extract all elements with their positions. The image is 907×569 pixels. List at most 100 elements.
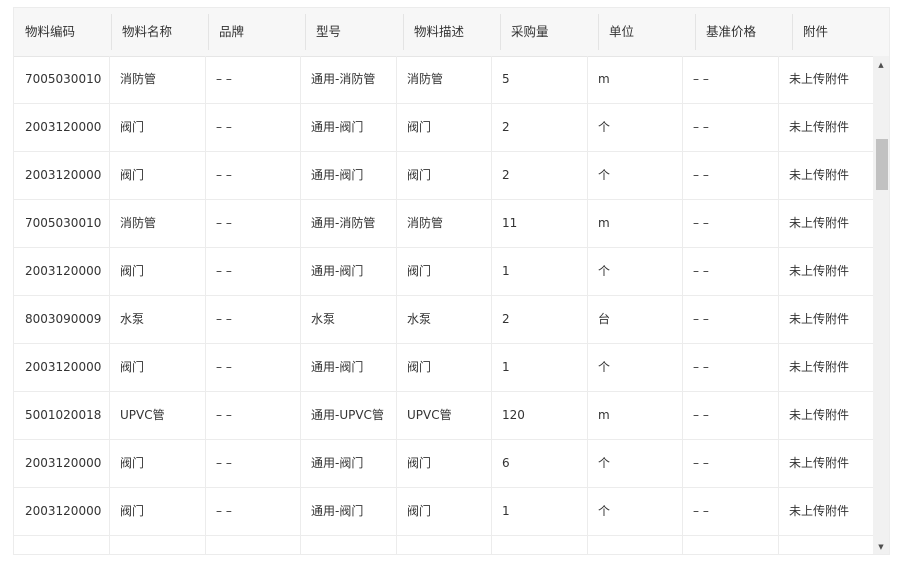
column-header-purchase-quantity[interactable]: 采购量	[500, 8, 598, 56]
table-row[interactable]: 5001020018 UPVC管 – – 通用-UPVC管 UPVC管 120 m – – 未上…	[14, 392, 873, 440]
table-header: 物料编码 物料名称 品牌 型号 物料描述 采购量 单位 基准价格 附件	[14, 8, 889, 57]
cell-base-price: – –	[693, 408, 709, 422]
cell-purchase-quantity: 2	[502, 312, 510, 326]
table-row[interactable]: 7005030010 消防管 – – 通用-消防管 消防管 5 m – – 未上传附件	[14, 56, 873, 104]
cell-unit: 台	[598, 312, 611, 326]
cell-material-code: 2003120000	[25, 456, 102, 470]
cell-brand: – –	[216, 264, 232, 278]
column-divider	[491, 56, 492, 554]
cell-purchase-quantity: 11	[502, 216, 518, 230]
column-header-brand[interactable]: 品牌	[208, 8, 305, 56]
column-header-material-description[interactable]: 物料描述	[403, 8, 500, 56]
cell-model: 通用-阀门	[311, 120, 364, 134]
column-header-base-price[interactable]: 基准价格	[695, 8, 792, 56]
cell-material-name: 阀门	[120, 456, 145, 470]
cell-material-code: 2003120000	[25, 360, 102, 374]
cell-purchase-quantity: 5	[502, 72, 510, 86]
cell-brand: – –	[216, 120, 232, 134]
table-row[interactable]: 8003090009 水泵 – – 水泵 水泵 2 台 – – 未上传附件	[14, 296, 873, 344]
cell-material-description: 消防管	[407, 72, 444, 86]
cell-purchase-quantity: 2	[502, 120, 510, 134]
cell-attachment[interactable]: 未上传附件	[778, 488, 873, 536]
header-divider	[208, 14, 209, 50]
table-body[interactable]: 7005030010 消防管 – – 通用-消防管 消防管 5 m – – 未上传附件 20031…	[14, 56, 873, 554]
cell-model: 通用-UPVC管	[311, 408, 384, 422]
cell-attachment[interactable]: 未上传附件	[778, 296, 873, 344]
cell-purchase-quantity: 2	[502, 168, 510, 182]
cell-brand: – –	[216, 360, 232, 374]
cell-base-price: – –	[693, 312, 709, 326]
cell-attachment[interactable]: 未上传附件	[778, 248, 873, 296]
column-divider	[778, 56, 779, 554]
column-divider	[682, 56, 683, 554]
column-divider	[109, 56, 110, 554]
cell-material-name: 阀门	[120, 120, 145, 134]
header-divider	[598, 14, 599, 50]
cell-material-name: UPVC管	[120, 408, 165, 422]
cell-unit: 个	[598, 456, 611, 470]
cell-material-description: 阀门	[407, 360, 432, 374]
cell-attachment[interactable]: 未上传附件	[778, 200, 873, 248]
table-row[interactable]: 2003120000 阀门 – – 通用-阀门 阀门 2 个 – – 未上传附件	[14, 152, 873, 200]
scroll-up-arrow-icon[interactable]: ▲	[873, 58, 889, 72]
cell-unit: m	[598, 408, 610, 422]
column-header-attachment[interactable]: 附件	[792, 8, 889, 56]
cell-material-name: 水泵	[120, 312, 145, 326]
table-row[interactable]: 2003120000 阀门 – – 通用-阀门 阀门 1 个 – – 未上传附件	[14, 344, 873, 392]
scroll-down-arrow-icon[interactable]: ▼	[873, 540, 889, 554]
table-row[interactable]: 2003120000 阀门 – – 通用-阀门 阀门 1 个 – – 未上传附件	[14, 488, 873, 536]
cell-purchase-quantity: 1	[502, 504, 510, 518]
header-divider	[695, 14, 696, 50]
cell-material-name: 消防管	[120, 72, 157, 86]
column-divider	[396, 56, 397, 554]
header-divider	[500, 14, 501, 50]
column-divider	[587, 56, 588, 554]
cell-model: 通用-阀门	[311, 168, 364, 182]
cell-attachment[interactable]: 未上传附件	[778, 152, 873, 200]
table-row[interactable]: 2003120000 阀门 – – 通用-阀门 阀门 1 个 – – 未上传附件	[14, 248, 873, 296]
cell-brand: – –	[216, 312, 232, 326]
table-row[interactable]: 2003120000 阀门 – – 通用-阀门 阀门 2 个 – – 未上传附件	[14, 104, 873, 152]
cell-material-name: 阀门	[120, 504, 145, 518]
cell-material-description: 阀门	[407, 504, 432, 518]
cell-material-code: 2003120000	[25, 504, 102, 518]
scrollbar-thumb[interactable]	[876, 138, 888, 190]
cell-unit: m	[598, 72, 610, 86]
table-row[interactable]	[14, 536, 873, 554]
cell-base-price: – –	[693, 264, 709, 278]
cell-base-price: – –	[693, 72, 709, 86]
cell-model: 水泵	[311, 312, 336, 326]
cell-model: 通用-消防管	[311, 216, 376, 230]
cell-attachment[interactable]: 未上传附件	[778, 392, 873, 440]
column-header-material-code[interactable]: 物料编码	[14, 8, 111, 56]
cell-base-price: – –	[693, 504, 709, 518]
cell-model: 通用-消防管	[311, 72, 376, 86]
column-header-material-name[interactable]: 物料名称	[111, 8, 208, 56]
cell-model: 通用-阀门	[311, 360, 364, 374]
cell-model: 通用-阀门	[311, 264, 364, 278]
column-header-unit[interactable]: 单位	[598, 8, 695, 56]
cell-material-description: UPVC管	[407, 408, 452, 422]
cell-purchase-quantity: 120	[502, 408, 525, 422]
cell-attachment[interactable]: 未上传附件	[778, 344, 873, 392]
cell-unit: 个	[598, 168, 611, 182]
cell-brand: – –	[216, 168, 232, 182]
cell-brand: – –	[216, 408, 232, 422]
cell-material-code: 7005030010	[25, 216, 102, 230]
cell-material-description: 阀门	[407, 168, 432, 182]
table-row[interactable]: 2003120000 阀门 – – 通用-阀门 阀门 6 个 – – 未上传附件	[14, 440, 873, 488]
cell-attachment[interactable]: 未上传附件	[778, 440, 873, 488]
cell-material-description: 阀门	[407, 456, 432, 470]
vertical-scrollbar[interactable]: ▲ ▼	[873, 56, 889, 554]
cell-attachment[interactable]: 未上传附件	[778, 104, 873, 152]
cell-material-description: 消防管	[407, 216, 444, 230]
cell-attachment[interactable]: 未上传附件	[778, 56, 873, 104]
cell-material-code: 8003090009	[25, 312, 102, 326]
cell-material-code: 5001020018	[25, 408, 102, 422]
header-divider	[792, 14, 793, 50]
table-row[interactable]: 7005030010 消防管 – – 通用-消防管 消防管 11 m – – 未上传附件	[14, 200, 873, 248]
materials-table: 物料编码 物料名称 品牌 型号 物料描述 采购量 单位 基准价格 附件 7005030010 消防…	[13, 7, 890, 555]
column-header-model[interactable]: 型号	[305, 8, 403, 56]
column-divider	[300, 56, 301, 554]
header-divider	[403, 14, 404, 50]
